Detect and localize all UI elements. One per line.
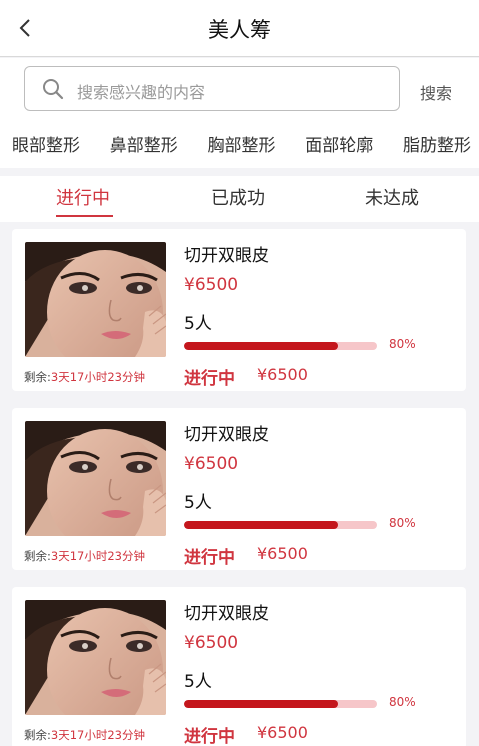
- status-label: 进行中: [184, 727, 235, 746]
- category-face-contour[interactable]: 面部轮廓: [305, 131, 373, 156]
- product-name[interactable]: 切开双眼皮: [184, 241, 269, 266]
- product-thumbnail[interactable]: [25, 421, 166, 536]
- search-icon: [43, 79, 64, 100]
- remaining-time-value: 3天17小时23分钟: [50, 370, 145, 384]
- tab-in-progress[interactable]: 进行中: [56, 184, 110, 210]
- tab-succeeded[interactable]: 已成功: [211, 184, 265, 210]
- remaining-label: 剩余:: [24, 728, 51, 742]
- remaining-time-value: 3天17小时23分钟: [50, 549, 145, 563]
- product-card[interactable]: 剩余:3天17小时23分钟 切开双眼皮 ¥6500 5人 80% 进行中 ¥65…: [12, 587, 466, 746]
- progress-fill: [184, 700, 339, 708]
- category-bar: 眼部整形 鼻部整形 胸部整形 面部轮廓 脂肪整形: [0, 118, 479, 168]
- category-eye[interactable]: 眼部整形: [12, 131, 80, 156]
- status-label: 进行中: [184, 548, 235, 568]
- progress-percent: 80%: [389, 695, 416, 709]
- remaining-time-value: 3天17小时23分钟: [50, 728, 145, 742]
- category-fat[interactable]: 脂肪整形: [403, 131, 471, 156]
- product-card[interactable]: 剩余:3天17小时23分钟 切开双眼皮 ¥6500 5人 80% 进行中 ¥65…: [12, 408, 466, 570]
- progress-percent: 80%: [389, 516, 416, 530]
- product-name[interactable]: 切开双眼皮: [184, 420, 269, 445]
- status-price: ¥6500: [257, 544, 308, 563]
- product-price: ¥6500: [184, 633, 239, 653]
- progress-bar: [184, 342, 377, 350]
- progress-fill: [184, 521, 339, 529]
- product-price: ¥6500: [184, 275, 239, 295]
- progress-bar: [184, 700, 377, 708]
- participant-count: 5人: [184, 493, 212, 513]
- participant-count: 5人: [184, 314, 212, 334]
- search-button[interactable]: 搜索: [420, 80, 452, 104]
- status-price: ¥6500: [257, 723, 308, 742]
- remaining-label: 剩余:: [24, 549, 51, 563]
- progress-fill: [184, 342, 339, 350]
- progress-bar: [184, 521, 377, 529]
- status-price: ¥6500: [257, 365, 308, 384]
- category-chest[interactable]: 胸部整形: [208, 131, 276, 156]
- category-nose[interactable]: 鼻部整形: [110, 131, 178, 156]
- search-input[interactable]: 搜索感兴趣的内容: [24, 66, 400, 111]
- tab-not-reached[interactable]: 未达成: [365, 184, 419, 210]
- page-title: 美人筹: [208, 18, 271, 42]
- remaining-label: 剩余:: [24, 370, 51, 384]
- search-placeholder: 搜索感兴趣的内容: [77, 83, 206, 102]
- product-name[interactable]: 切开双眼皮: [184, 599, 269, 624]
- remaining-time: 剩余:3天17小时23分钟: [24, 369, 145, 385]
- remaining-time: 剩余:3天17小时23分钟: [24, 727, 145, 743]
- search-bar: 搜索感兴趣的内容 搜索: [0, 58, 479, 118]
- product-photo: [25, 242, 166, 357]
- active-tab-indicator: [56, 215, 113, 217]
- navigation-bar: 美人筹: [0, 0, 479, 57]
- product-thumbnail[interactable]: [25, 242, 166, 357]
- participant-count: 5人: [184, 672, 212, 692]
- product-photo: [25, 600, 166, 715]
- product-price: ¥6500: [184, 454, 239, 474]
- status-tabs: 进行中 已成功 未达成: [0, 176, 479, 222]
- status-label: 进行中: [184, 369, 235, 389]
- remaining-time: 剩余:3天17小时23分钟: [24, 548, 145, 564]
- product-thumbnail[interactable]: [25, 600, 166, 715]
- product-card[interactable]: 剩余:3天17小时23分钟 切开双眼皮 ¥6500 5人 80% 进行中 ¥65…: [12, 229, 466, 391]
- product-photo: [25, 421, 166, 536]
- progress-percent: 80%: [389, 337, 416, 351]
